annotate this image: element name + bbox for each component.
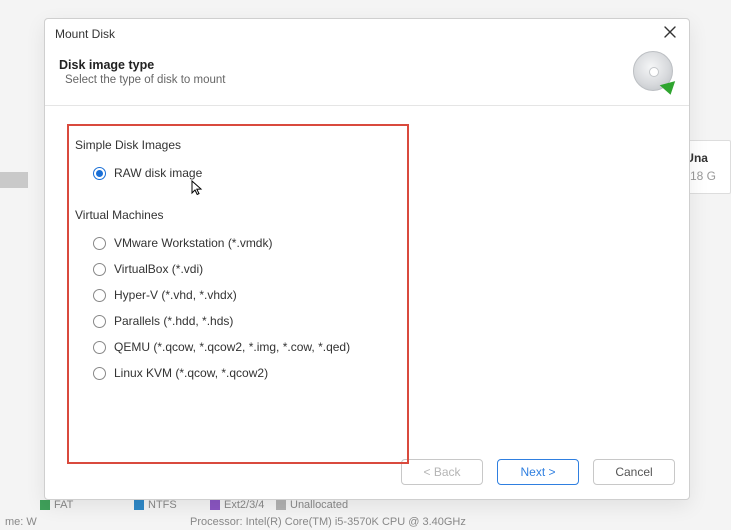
header-heading: Disk image type bbox=[59, 58, 633, 72]
next-button[interactable]: Next > bbox=[497, 459, 579, 485]
dialog-header: Disk image type Select the type of disk … bbox=[45, 47, 689, 106]
bg-legend-ext: Ext2/3/4 bbox=[210, 499, 264, 511]
disk-mount-icon bbox=[633, 51, 675, 93]
header-subtitle: Select the type of disk to mount bbox=[65, 74, 633, 86]
bg-legend-ntfs: NTFS bbox=[134, 499, 177, 511]
back-button[interactable]: < Back bbox=[401, 459, 483, 485]
bg-legend-bar: FAT NTFS Ext2/3/4 Unallocated me: W Proc… bbox=[0, 496, 731, 530]
cancel-button[interactable]: Cancel bbox=[593, 459, 675, 485]
annotation-highlight-box bbox=[67, 124, 409, 464]
mount-disk-dialog: Mount Disk Disk image type Select the ty… bbox=[44, 18, 690, 500]
bg-name-fragment: me: W bbox=[5, 516, 37, 528]
bg-processor-info: Processor: Intel(R) Core(TM) i5-3570K CP… bbox=[190, 516, 466, 528]
bg-legend-fat: FAT bbox=[40, 499, 73, 511]
bg-selected-row bbox=[0, 172, 28, 188]
dialog-title: Mount Disk bbox=[55, 27, 115, 41]
close-button[interactable] bbox=[661, 25, 679, 43]
close-icon bbox=[664, 26, 676, 38]
bg-legend-unalloc: Unallocated bbox=[276, 499, 348, 511]
dialog-titlebar: Mount Disk bbox=[45, 19, 689, 47]
dialog-content: Simple Disk Images RAW disk image Virtua… bbox=[45, 106, 689, 451]
